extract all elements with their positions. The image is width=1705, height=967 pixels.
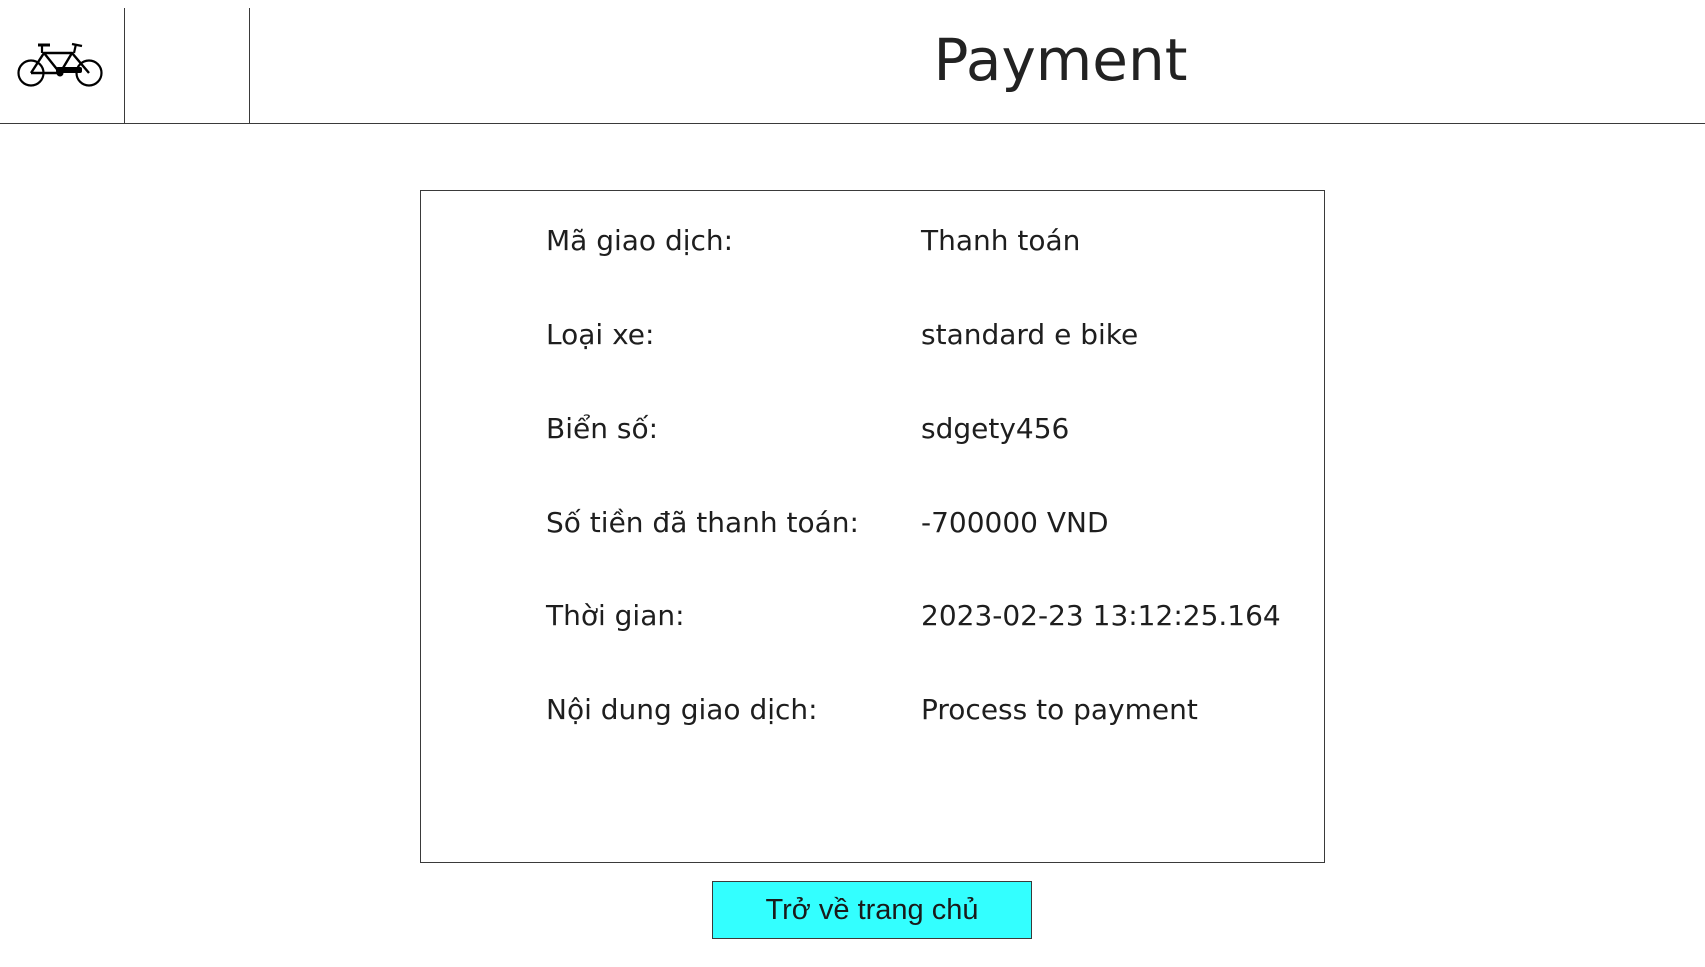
vehicle-type-label: Loại xe:: [546, 318, 655, 351]
license-plate-label: Biển số:: [546, 412, 659, 445]
transaction-content-value: Process to payment: [921, 693, 1198, 726]
bicycle-icon: [17, 42, 103, 87]
page-title: Payment: [933, 26, 1188, 94]
row-license-plate: Biển số: sdgety456: [546, 409, 1306, 449]
row-transaction-id: Mã giao dịch: Thanh toán: [546, 221, 1306, 261]
nav-cell: [125, 8, 250, 124]
logo-button[interactable]: [0, 8, 125, 124]
license-plate-value: sdgety456: [921, 412, 1070, 445]
time-label: Thời gian:: [546, 599, 685, 632]
header-bar: Payment: [0, 0, 1705, 124]
row-time: Thời gian: 2023-02-23 13:12:25.164: [546, 596, 1306, 636]
transaction-content-label: Nội dung giao dịch:: [546, 693, 818, 726]
row-vehicle-type: Loại xe: standard e bike: [546, 315, 1306, 355]
payment-window: Payment Mã giao dịch: Thanh toán Loại xe…: [0, 0, 1705, 967]
vehicle-type-value: standard e bike: [921, 318, 1139, 351]
amount-paid-label: Số tiền đã thanh toán:: [546, 506, 859, 539]
time-value: 2023-02-23 13:12:25.164: [921, 599, 1281, 632]
row-transaction-content: Nội dung giao dịch: Process to payment: [546, 690, 1306, 730]
back-to-home-button[interactable]: Trở về trang chủ: [712, 881, 1032, 939]
row-amount-paid: Số tiền đã thanh toán: -700000 VND: [546, 503, 1306, 543]
transaction-id-value: Thanh toán: [921, 224, 1081, 257]
transaction-id-label: Mã giao dịch:: [546, 224, 734, 257]
amount-paid-value: -700000 VND: [921, 506, 1109, 539]
transaction-details-panel: Mã giao dịch: Thanh toán Loại xe: standa…: [420, 190, 1325, 863]
